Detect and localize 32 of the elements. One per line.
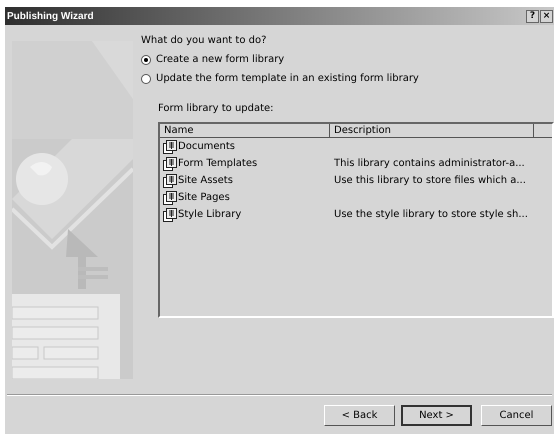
list-row[interactable]: Site Assets Use this library to store files which a...: [160, 172, 552, 189]
library-icon: [163, 208, 177, 222]
radio-option[interactable]: Create a new form library: [141, 52, 554, 67]
list-row[interactable]: Form Templates This library contains administrator-a...: [160, 155, 552, 172]
library-description: This library contains administrator-a...: [333, 157, 525, 171]
radio-button[interactable]: [141, 54, 151, 64]
library-icon: [163, 190, 177, 204]
list-label: Form library to update:: [158, 102, 275, 116]
list-row[interactable]: Style Library Use the style library to store style sh...: [160, 206, 552, 223]
library-description: Use the style library to store style sh...: [333, 208, 528, 222]
library-description: Use this library to store files which a...: [333, 174, 526, 188]
next-button[interactable]: Next >: [401, 405, 472, 426]
list-row[interactable]: Documents: [160, 138, 552, 155]
library-icon: [163, 174, 177, 188]
radio-option[interactable]: Update the form template in an existing form library: [141, 71, 554, 86]
column-header[interactable]: Description: [330, 124, 534, 137]
help-button[interactable]: ?: [526, 10, 539, 22]
back-button[interactable]: < Back: [324, 405, 395, 426]
question-text: What do you want to do?: [141, 34, 268, 48]
cancel-button[interactable]: Cancel: [481, 405, 552, 426]
list-row[interactable]: Site Pages: [160, 189, 552, 206]
close-button[interactable]: ×: [540, 10, 553, 22]
library-icon: [163, 140, 177, 154]
radio-button[interactable]: [141, 74, 151, 84]
window-title: Publishing Wizard: [7, 10, 95, 24]
library-name: Site Assets: [178, 174, 233, 188]
library-name: Style Library: [178, 208, 242, 222]
library-icon: [163, 156, 177, 170]
library-name: Form Templates: [178, 157, 258, 171]
library-name: Documents: [178, 140, 236, 154]
library-name: Site Pages: [178, 191, 230, 205]
column-header[interactable]: Name: [160, 124, 330, 137]
